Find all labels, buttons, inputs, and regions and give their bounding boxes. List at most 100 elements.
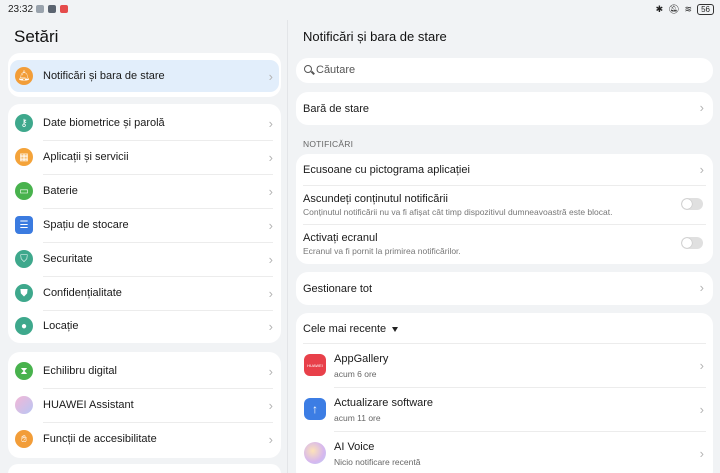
chevron-right-icon: › <box>699 358 704 373</box>
sidebar-item-digital-balance[interactable]: ⧗ Echilibru digital › <box>8 354 281 388</box>
notifications-card: Ecusoane cu pictograma aplicației › Ascu… <box>296 154 713 264</box>
app-name: AI Voice <box>334 441 375 453</box>
chevron-right-icon: › <box>268 363 273 379</box>
row-title: Bară de stare <box>303 103 370 115</box>
notification-icon <box>36 5 44 13</box>
sidebar-item-label: Date biometrice și parolă <box>43 117 165 129</box>
settings-group-1: ⚷ Date biometrice și parolă › ▦ Aplicați… <box>8 104 281 343</box>
system-icons: ✱ 🔕︎ ≋ 56 <box>656 4 714 15</box>
app-last-notification: Nicio notificare recentă <box>334 457 421 467</box>
chevron-right-icon: › <box>268 251 273 267</box>
hourglass-icon: ⧗ <box>15 362 33 380</box>
key-icon: ⚷ <box>15 114 33 132</box>
recent-apps-card: Cele mai recente HUAWEI AppGallery acum … <box>296 313 713 473</box>
appgallery-icon: HUAWEI <box>304 354 326 376</box>
hand-icon: ✋︎ <box>15 430 33 448</box>
hide-content-row: Ascundeți conținutul notificării Conținu… <box>296 185 713 223</box>
hide-content-toggle[interactable] <box>681 198 703 210</box>
row-title: Ecusoane cu pictograma aplicației <box>303 164 470 176</box>
chevron-right-icon: › <box>268 183 273 199</box>
dropdown-label: Cele mai recente <box>303 323 387 335</box>
sidebar-item-biometrics[interactable]: ⚷ Date biometrice și parolă › <box>8 106 281 140</box>
chevron-right-icon: › <box>699 100 704 115</box>
manage-all-row[interactable]: Gestionare tot › <box>296 272 713 305</box>
app-row-software-update[interactable]: ↑ Actualizare software acum 11 ore › <box>296 387 713 431</box>
chevron-right-icon: › <box>699 280 704 295</box>
sidebar-item-label: Locație <box>43 320 79 332</box>
battery-icon: 56 <box>697 4 714 15</box>
status-bar: 23:32 ✱ 🔕︎ ≋ 56 <box>0 0 720 20</box>
shield-icon: ⛉ <box>15 250 33 268</box>
notification-icon <box>48 5 56 13</box>
caret-down-icon <box>392 326 399 332</box>
search-input[interactable]: Căutare <box>296 58 713 83</box>
recent-sort-dropdown[interactable]: Cele mai recente <box>296 313 713 344</box>
page-title: Notificări și bara de stare <box>303 29 447 44</box>
pane-divider <box>287 20 288 473</box>
chevron-right-icon: › <box>268 115 273 131</box>
status-bar-settings-row[interactable]: Bară de stare › <box>296 92 713 125</box>
row-title: Gestionare tot <box>303 283 373 295</box>
wake-screen-row: Activați ecranul Ecranul va fi pornit la… <box>296 224 713 264</box>
sidebar-item-security[interactable]: ⛉ Securitate › <box>8 242 281 276</box>
status-time: 23:32 <box>8 4 34 15</box>
settings-group-2: ⧗ Echilibru digital › HUAWEI Assistant ›… <box>8 352 281 458</box>
manage-all-card: Gestionare tot › <box>296 272 713 305</box>
sidebar-item-notifications[interactable]: 🔔︎ Notificări și bara de stare › <box>10 60 279 92</box>
location-icon: ● <box>15 317 33 335</box>
chevron-right-icon: › <box>268 318 273 334</box>
sidebar-item-huawei-assistant[interactable]: HUAWEI Assistant › <box>8 388 281 422</box>
row-title: Ascundeți conținutul notificării <box>303 193 448 205</box>
search-placeholder: Căutare <box>316 64 356 76</box>
sidebar-item-label: Echilibru digital <box>43 365 117 377</box>
mute-icon: 🔕︎ <box>668 4 680 14</box>
chevron-right-icon: › <box>268 68 273 84</box>
app-name: AppGallery <box>334 353 389 365</box>
sidebar-item-label: Aplicații și servicii <box>43 151 129 163</box>
battery-icon: ▭ <box>15 182 33 200</box>
sidebar-item-label: Baterie <box>43 185 78 197</box>
row-subtitle: Conținutul notificării nu va fi afișat c… <box>303 207 613 217</box>
wake-screen-toggle[interactable] <box>681 237 703 249</box>
app-row-appgallery[interactable]: HUAWEI AppGallery acum 6 ore › <box>296 343 713 387</box>
sidebar-item-location[interactable]: ● Locație › <box>8 309 281 343</box>
search-icon <box>304 65 312 73</box>
bluetooth-icon: ✱ <box>655 4 664 14</box>
sidebar-item-label: Securitate <box>43 253 93 265</box>
selected-settings-card: 🔔︎ Notificări și bara de stare › <box>8 53 281 97</box>
chevron-right-icon: › <box>699 402 704 417</box>
assistant-icon <box>15 396 33 414</box>
sidebar-item-accessibility[interactable]: ✋︎ Funcții de accesibilitate › <box>8 422 281 456</box>
row-subtitle: Ecranul va fi pornit la primirea notific… <box>303 246 461 256</box>
app-last-notification: acum 6 ore <box>334 369 377 379</box>
bell-icon: 🔔︎ <box>15 67 33 85</box>
sidebar-item-label: Confidențialitate <box>43 287 122 299</box>
sidebar-item-label: HUAWEI Assistant <box>43 399 134 411</box>
sidebar-item-label: Funcții de accesibilitate <box>43 433 157 445</box>
app-last-notification: acum 11 ore <box>334 413 381 423</box>
ai-voice-icon <box>304 442 326 464</box>
app-row-ai-voice[interactable]: AI Voice Nicio notificare recentă › <box>296 431 713 473</box>
storage-icon: ☰ <box>15 216 33 234</box>
chevron-right-icon: › <box>268 149 273 165</box>
sidebar-item-privacy[interactable]: ⛊ Confidențialitate › <box>8 276 281 310</box>
badges-row[interactable]: Ecusoane cu pictograma aplicației › <box>296 154 713 185</box>
notification-icons <box>36 5 68 13</box>
settings-group-3 <box>8 464 281 473</box>
update-icon: ↑ <box>304 398 326 420</box>
chevron-right-icon: › <box>699 162 704 177</box>
privacy-icon: ⛊ <box>15 284 33 302</box>
sidebar-item-apps[interactable]: ▦ Aplicații și servicii › <box>8 140 281 174</box>
sidebar-item-storage[interactable]: ☰ Spațiu de stocare › <box>8 208 281 242</box>
sidebar-item-battery[interactable]: ▭ Baterie › <box>8 174 281 208</box>
chevron-right-icon: › <box>268 397 273 413</box>
sidebar-item-label: Spațiu de stocare <box>43 219 129 231</box>
chevron-right-icon: › <box>268 217 273 233</box>
app-name: Actualizare software <box>334 397 434 409</box>
wifi-icon: ≋ <box>684 4 693 14</box>
chevron-right-icon: › <box>268 431 273 447</box>
sidebar-item-label: Notificări și bara de stare <box>43 70 165 82</box>
settings-title: Setări <box>14 27 59 46</box>
status-bar-card: Bară de stare › <box>296 92 713 125</box>
notification-icon <box>60 5 68 13</box>
